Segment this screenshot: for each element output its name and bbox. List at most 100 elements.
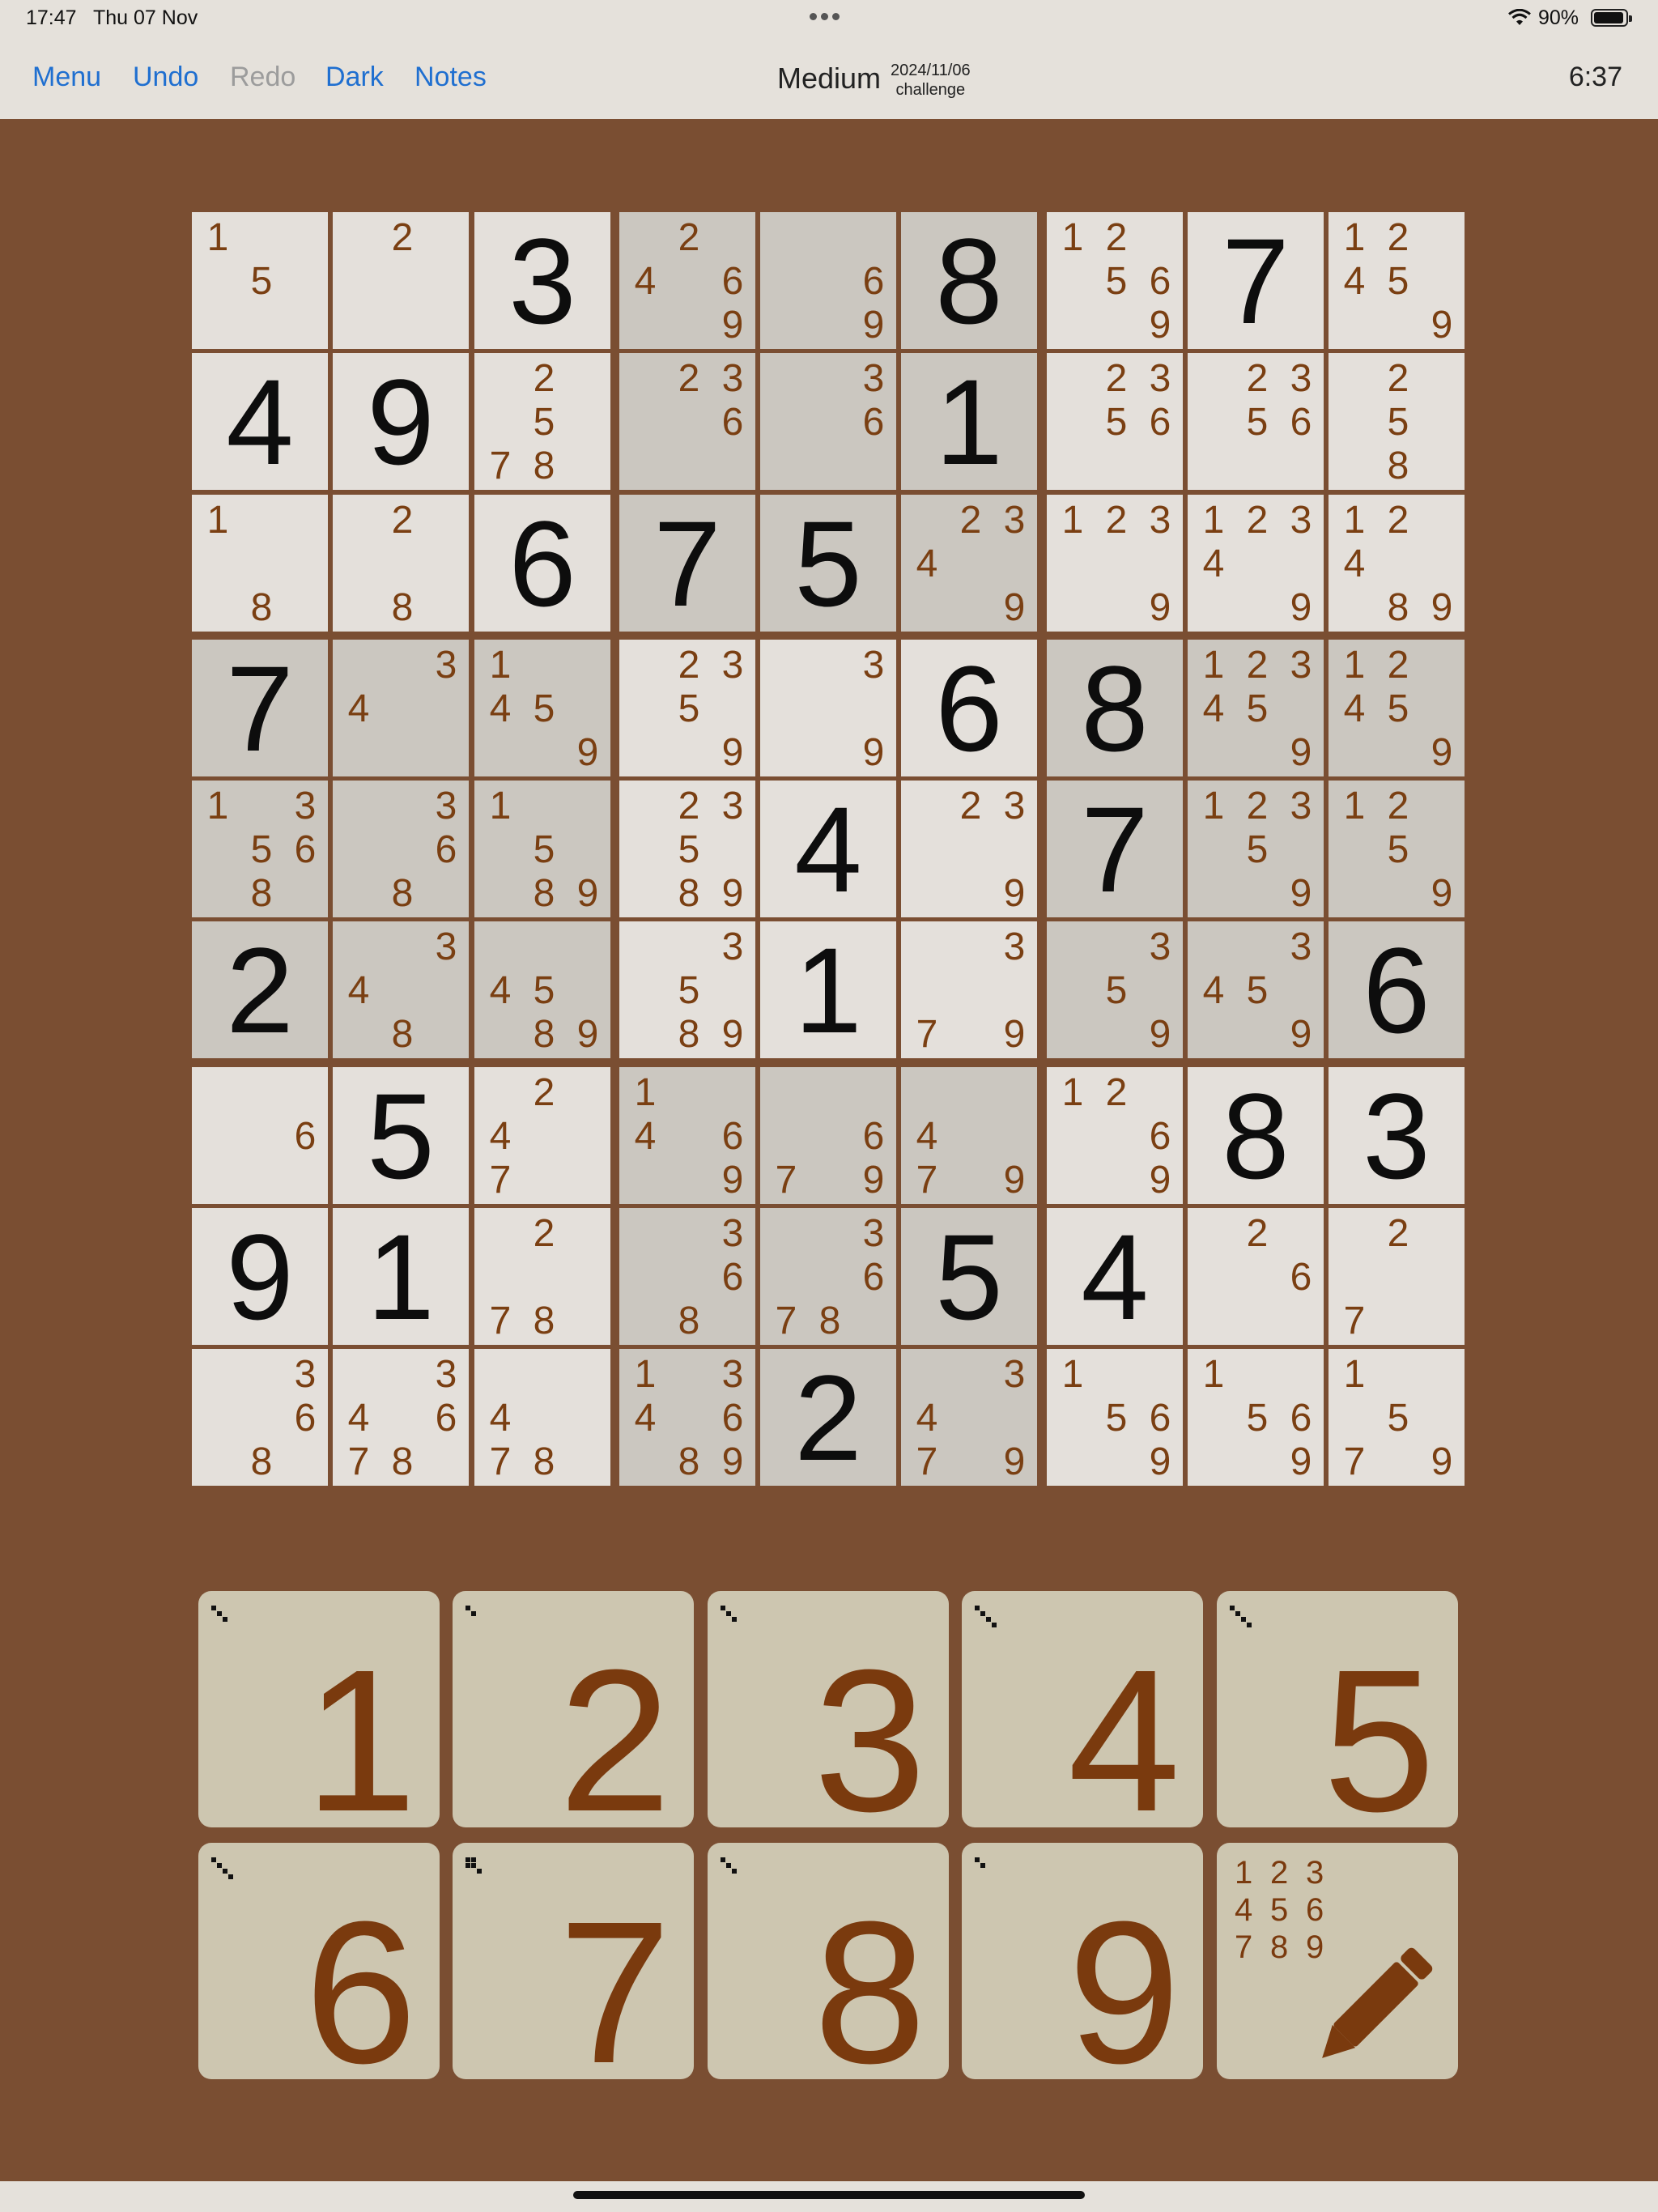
pencil-note: 2 bbox=[391, 499, 414, 542]
cell-r9-c4[interactable]: 1 3 4 689 bbox=[619, 1349, 755, 1486]
menu-button[interactable]: Menu bbox=[32, 62, 101, 93]
cell-r4-c6[interactable]: 6 bbox=[901, 640, 1037, 776]
cell-r6-c1[interactable]: 2 bbox=[192, 921, 328, 1058]
cell-r9-c7[interactable]: 1569 bbox=[1047, 1349, 1183, 1486]
number-key-3[interactable]: 3 bbox=[708, 1591, 949, 1842]
cell-r6-c3[interactable]: 4589 bbox=[474, 921, 610, 1058]
cell-r2-c4[interactable]: 236 bbox=[619, 353, 755, 490]
number-key-9[interactable]: 9 bbox=[962, 1843, 1203, 2094]
undo-button[interactable]: Undo bbox=[133, 62, 198, 93]
cell-r9-c8[interactable]: 1569 bbox=[1188, 1349, 1324, 1486]
dark-mode-button[interactable]: Dark bbox=[325, 62, 384, 93]
cell-r1-c7[interactable]: 12569 bbox=[1047, 212, 1183, 349]
cell-r5-c1[interactable]: 1 3568 bbox=[192, 781, 328, 917]
number-key-1[interactable]: 1 bbox=[198, 1591, 440, 1842]
cell-r3-c4[interactable]: 7 bbox=[619, 495, 755, 632]
notes-button[interactable]: Notes bbox=[414, 62, 487, 93]
pencil-note: 6 bbox=[294, 1397, 317, 1440]
cell-r3-c2[interactable]: 28 bbox=[333, 495, 469, 632]
cell-r9-c5[interactable]: 2 bbox=[760, 1349, 896, 1486]
cell-r3-c1[interactable]: 18 bbox=[192, 495, 328, 632]
cell-r3-c9[interactable]: 12489 bbox=[1329, 495, 1465, 632]
cell-r6-c9[interactable]: 6 bbox=[1329, 921, 1465, 1058]
cell-r5-c9[interactable]: 1259 bbox=[1329, 781, 1465, 917]
cell-r1-c1[interactable]: 15 bbox=[192, 212, 328, 349]
cell-r6-c8[interactable]: 3 459 bbox=[1188, 921, 1324, 1058]
cell-r8-c8[interactable]: 26 bbox=[1188, 1208, 1324, 1345]
cell-r7-c1[interactable]: 6 bbox=[192, 1067, 328, 1204]
cell-r7-c4[interactable]: 14 69 bbox=[619, 1067, 755, 1204]
cell-r5-c6[interactable]: 23 9 bbox=[901, 781, 1037, 917]
cell-r8-c1[interactable]: 9 bbox=[192, 1208, 328, 1345]
cell-r2-c2[interactable]: 9 bbox=[333, 353, 469, 490]
cell-r6-c4[interactable]: 3589 bbox=[619, 921, 755, 1058]
cell-r4-c5[interactable]: 39 bbox=[760, 640, 896, 776]
cell-r2-c8[interactable]: 2356 bbox=[1188, 353, 1324, 490]
cell-r7-c2[interactable]: 5 bbox=[333, 1067, 469, 1204]
cell-r6-c2[interactable]: 3 48 bbox=[333, 921, 469, 1058]
cell-r7-c5[interactable]: 6 7 9 bbox=[760, 1067, 896, 1204]
number-key-6[interactable]: 6 bbox=[198, 1843, 440, 2094]
redo-button[interactable]: Redo bbox=[230, 62, 295, 93]
cell-r5-c3[interactable]: 1589 bbox=[474, 781, 610, 917]
cell-r3-c7[interactable]: 123 9 bbox=[1047, 495, 1183, 632]
multitasking-dots-icon[interactable] bbox=[810, 10, 847, 21]
cell-r8-c6[interactable]: 5 bbox=[901, 1208, 1037, 1345]
cell-r4-c3[interactable]: 1459 bbox=[474, 640, 610, 776]
cell-r1-c8[interactable]: 7 bbox=[1188, 212, 1324, 349]
cell-r5-c8[interactable]: 12359 bbox=[1188, 781, 1324, 917]
cell-r7-c8[interactable]: 8 bbox=[1188, 1067, 1324, 1204]
cell-r8-c2[interactable]: 1 bbox=[333, 1208, 469, 1345]
cell-r2-c9[interactable]: 258 bbox=[1329, 353, 1465, 490]
cell-r5-c4[interactable]: 23589 bbox=[619, 781, 755, 917]
cell-r6-c7[interactable]: 359 bbox=[1047, 921, 1183, 1058]
cell-r5-c7[interactable]: 7 bbox=[1047, 781, 1183, 917]
home-indicator[interactable] bbox=[573, 2191, 1085, 2199]
cell-r9-c6[interactable]: 3 47 9 bbox=[901, 1349, 1037, 1486]
cell-r7-c3[interactable]: 247 bbox=[474, 1067, 610, 1204]
number-key-4[interactable]: 4 bbox=[962, 1591, 1203, 1842]
cell-r1-c9[interactable]: 12459 bbox=[1329, 212, 1465, 349]
number-key-2[interactable]: 2 bbox=[453, 1591, 694, 1842]
number-key-5[interactable]: 5 bbox=[1217, 1591, 1458, 1842]
cell-r3-c3[interactable]: 6 bbox=[474, 495, 610, 632]
cell-r2-c3[interactable]: 2578 bbox=[474, 353, 610, 490]
cell-r7-c9[interactable]: 3 bbox=[1329, 1067, 1465, 1204]
cell-r2-c6[interactable]: 1 bbox=[901, 353, 1037, 490]
cell-r9-c9[interactable]: 1579 bbox=[1329, 1349, 1465, 1486]
cell-r7-c7[interactable]: 1269 bbox=[1047, 1067, 1183, 1204]
cell-r5-c5[interactable]: 4 bbox=[760, 781, 896, 917]
cell-r4-c7[interactable]: 8 bbox=[1047, 640, 1183, 776]
cell-r9-c2[interactable]: 3 4 6 78 bbox=[333, 1349, 469, 1486]
cell-r1-c2[interactable]: 2 bbox=[333, 212, 469, 349]
cell-r1-c4[interactable]: 24 69 bbox=[619, 212, 755, 349]
cell-r2-c5[interactable]: 36 bbox=[760, 353, 896, 490]
cell-r8-c5[interactable]: 36 78 bbox=[760, 1208, 896, 1345]
cell-r8-c3[interactable]: 2 78 bbox=[474, 1208, 610, 1345]
cell-r4-c9[interactable]: 12459 bbox=[1329, 640, 1465, 776]
cell-r1-c5[interactable]: 69 bbox=[760, 212, 896, 349]
cell-r8-c7[interactable]: 4 bbox=[1047, 1208, 1183, 1345]
cell-r9-c3[interactable]: 478 bbox=[474, 1349, 610, 1486]
cell-r4-c1[interactable]: 7 bbox=[192, 640, 328, 776]
number-key-8[interactable]: 8 bbox=[708, 1843, 949, 2094]
cell-r4-c4[interactable]: 2359 bbox=[619, 640, 755, 776]
cell-r3-c6[interactable]: 23 4 9 bbox=[901, 495, 1037, 632]
cell-r8-c4[interactable]: 368 bbox=[619, 1208, 755, 1345]
cell-r6-c6[interactable]: 3 7 9 bbox=[901, 921, 1037, 1058]
cell-r3-c5[interactable]: 5 bbox=[760, 495, 896, 632]
number-key-7[interactable]: 7 bbox=[453, 1843, 694, 2094]
cell-r2-c1[interactable]: 4 bbox=[192, 353, 328, 490]
cell-r8-c9[interactable]: 27 bbox=[1329, 1208, 1465, 1345]
cell-r4-c2[interactable]: 34 bbox=[333, 640, 469, 776]
cell-r6-c5[interactable]: 1 bbox=[760, 921, 896, 1058]
pencil-mode-key[interactable]: 123456789 bbox=[1217, 1843, 1458, 2079]
cell-r1-c6[interactable]: 8 bbox=[901, 212, 1037, 349]
cell-r5-c2[interactable]: 368 bbox=[333, 781, 469, 917]
cell-r9-c1[interactable]: 368 bbox=[192, 1349, 328, 1486]
cell-r2-c7[interactable]: 2356 bbox=[1047, 353, 1183, 490]
cell-r7-c6[interactable]: 47 9 bbox=[901, 1067, 1037, 1204]
cell-r4-c8[interactable]: 123 459 bbox=[1188, 640, 1324, 776]
cell-r3-c8[interactable]: 123 4 9 bbox=[1188, 495, 1324, 632]
cell-r1-c3[interactable]: 3 bbox=[474, 212, 610, 349]
